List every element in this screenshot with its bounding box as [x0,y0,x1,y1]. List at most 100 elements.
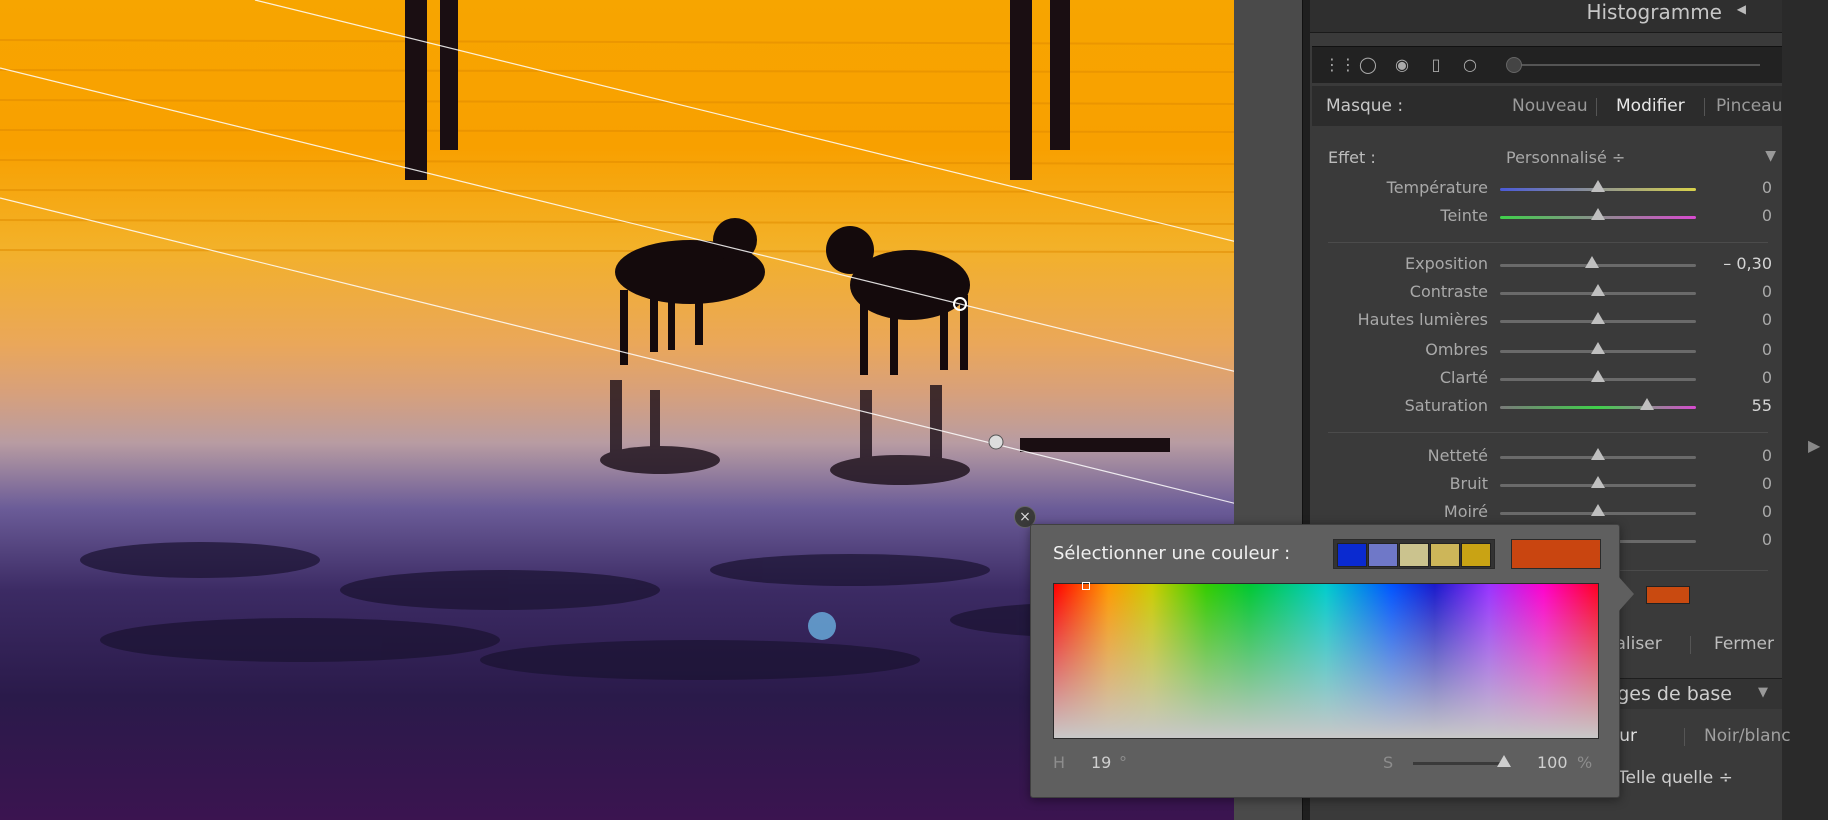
gradient-handle [988,434,1004,450]
tool-slider-track[interactable] [1510,64,1760,66]
effect-label: Effet : [1328,148,1376,167]
slider-row: Netteté 0 [1312,446,1782,470]
slider-row: Teinte 0 [1312,206,1782,230]
treatment-bw-button[interactable]: Noir/blanc [1704,726,1791,746]
slider-row: Saturation 55 [1312,396,1782,420]
saturation-unit: % [1577,753,1593,772]
color-preset-3[interactable] [1399,543,1429,567]
saturation-value[interactable]: 100 [1537,753,1568,772]
slider-row: Température 0 [1312,178,1782,202]
tool-strip: ⋮⋮ ◯ ◉ ▯ ○ [1312,46,1782,83]
saturation-slider-track[interactable] [1413,762,1503,765]
slider-divider [1328,242,1768,243]
slider-label: Saturation [1404,396,1488,415]
slider-label: Moiré [1443,502,1488,521]
slider-row: Moiré 0 [1312,502,1782,526]
mask-separator [1704,98,1705,116]
saturation-slider-knob[interactable] [1497,755,1511,767]
color-preset-2[interactable] [1368,543,1398,567]
slider-knob[interactable] [1640,398,1654,410]
slider-label: Contraste [1409,282,1488,301]
slider-knob[interactable] [1591,180,1605,192]
radial-filter-icon[interactable]: ○ [1460,55,1480,75]
slider-row: Clarté 0 [1312,368,1782,392]
slider-knob[interactable] [1591,342,1605,354]
histogram-header[interactable]: Histogramme ◀ [1310,0,1782,33]
basic-settings-title: ages de base [1605,683,1732,705]
slider-label: Hautes lumières [1357,310,1488,329]
mask-edit-button[interactable]: Modifier [1616,96,1685,116]
slider-value[interactable]: – 0,30 [1723,254,1772,273]
expand-right-icon[interactable]: ▶ [1808,436,1820,455]
color-preset-5[interactable] [1461,543,1491,567]
slider-knob[interactable] [1591,312,1605,324]
slider-value[interactable]: 0 [1762,206,1772,225]
slider-value[interactable]: 0 [1762,446,1772,465]
slider-value[interactable]: 0 [1762,310,1772,329]
slider-label: Clarté [1439,368,1488,387]
slider-label: Exposition [1405,254,1488,273]
slider-label: Bruit [1449,474,1488,493]
slider-value[interactable]: 0 [1762,502,1772,521]
section-disclosure-icon[interactable]: ▼ [1758,685,1768,700]
slider-knob[interactable] [1591,448,1605,460]
color-picker-popup: Sélectionner une couleur : H 19 ° S 100 … [1030,524,1620,798]
slider-label: Ombres [1425,340,1488,359]
slider-value[interactable]: 0 [1762,368,1772,387]
effect-disclosure-icon[interactable]: ▼ [1765,148,1776,164]
color-swatch[interactable] [1646,586,1690,604]
right-edge-strip [1782,0,1828,820]
crop-grid-icon[interactable]: ⋮⋮ [1324,55,1356,75]
slider-knob[interactable] [1585,256,1600,268]
hue-value[interactable]: 19 [1091,753,1111,772]
spectrum-marker[interactable] [1082,582,1090,590]
profile-select[interactable]: Telle quelle ÷ [1618,768,1733,788]
graduated-filter-icon[interactable]: ▯ [1426,55,1446,75]
color-presets [1333,539,1495,569]
slider-knob[interactable] [1591,284,1605,296]
slider-value[interactable]: 55 [1752,396,1772,415]
spot-removal-icon[interactable]: ◯ [1358,55,1378,75]
slider-value[interactable]: 0 [1762,530,1772,549]
color-picker-title: Sélectionner une couleur : [1053,543,1291,564]
slider-row: Hautes lumières 0 [1312,310,1782,334]
treatment-separator [1684,728,1685,746]
slider-label: Température [1386,178,1488,197]
button-separator [1690,636,1691,654]
color-spectrum[interactable] [1053,582,1599,739]
slider-label: Netteté [1427,446,1488,465]
slider-knob[interactable] [1591,476,1605,488]
blue-shell [808,612,836,640]
mask-separator [1596,98,1597,116]
collapse-left-icon[interactable]: ◀ [1737,2,1746,16]
slider-row: Ombres 0 [1312,340,1782,364]
slider-knob[interactable] [1591,208,1605,220]
color-preset-4[interactable] [1430,543,1460,567]
dog-reflections [600,380,970,485]
mask-new-button[interactable]: Nouveau [1512,96,1588,116]
slider-knob[interactable] [1591,504,1605,516]
color-preset-1[interactable] [1337,543,1367,567]
slider-row: Bruit 0 [1312,474,1782,498]
red-eye-icon[interactable]: ◉ [1392,55,1412,75]
slider-label: Teinte [1440,206,1488,225]
slider-knob[interactable] [1591,370,1605,382]
saturation-label: S [1383,753,1394,772]
slider-track[interactable] [1500,406,1696,409]
slider-divider [1328,432,1768,433]
hue-saturation-row: H 19 ° S 100 % [1053,751,1597,775]
mask-label: Masque : [1326,96,1404,116]
slider-value[interactable]: 0 [1762,178,1772,197]
slider-value[interactable]: 0 [1762,474,1772,493]
histogram-title: Histogramme [1586,0,1722,24]
slider-value[interactable]: 0 [1762,340,1772,359]
dogs-silhouette [615,218,970,375]
tool-slider-knob[interactable] [1506,57,1522,73]
slider-value[interactable]: 0 [1762,282,1772,301]
effect-row: Effet : Personnalisé ÷ ▼ [1312,146,1782,172]
mask-brush-button[interactable]: Pinceau [1716,96,1782,116]
close-button[interactable]: Fermer [1714,634,1774,654]
mask-row: Masque : Nouveau Modifier Pinceau [1312,86,1782,126]
popup-pointer [1618,576,1634,612]
effect-preset-select[interactable]: Personnalisé ÷ [1506,148,1625,167]
